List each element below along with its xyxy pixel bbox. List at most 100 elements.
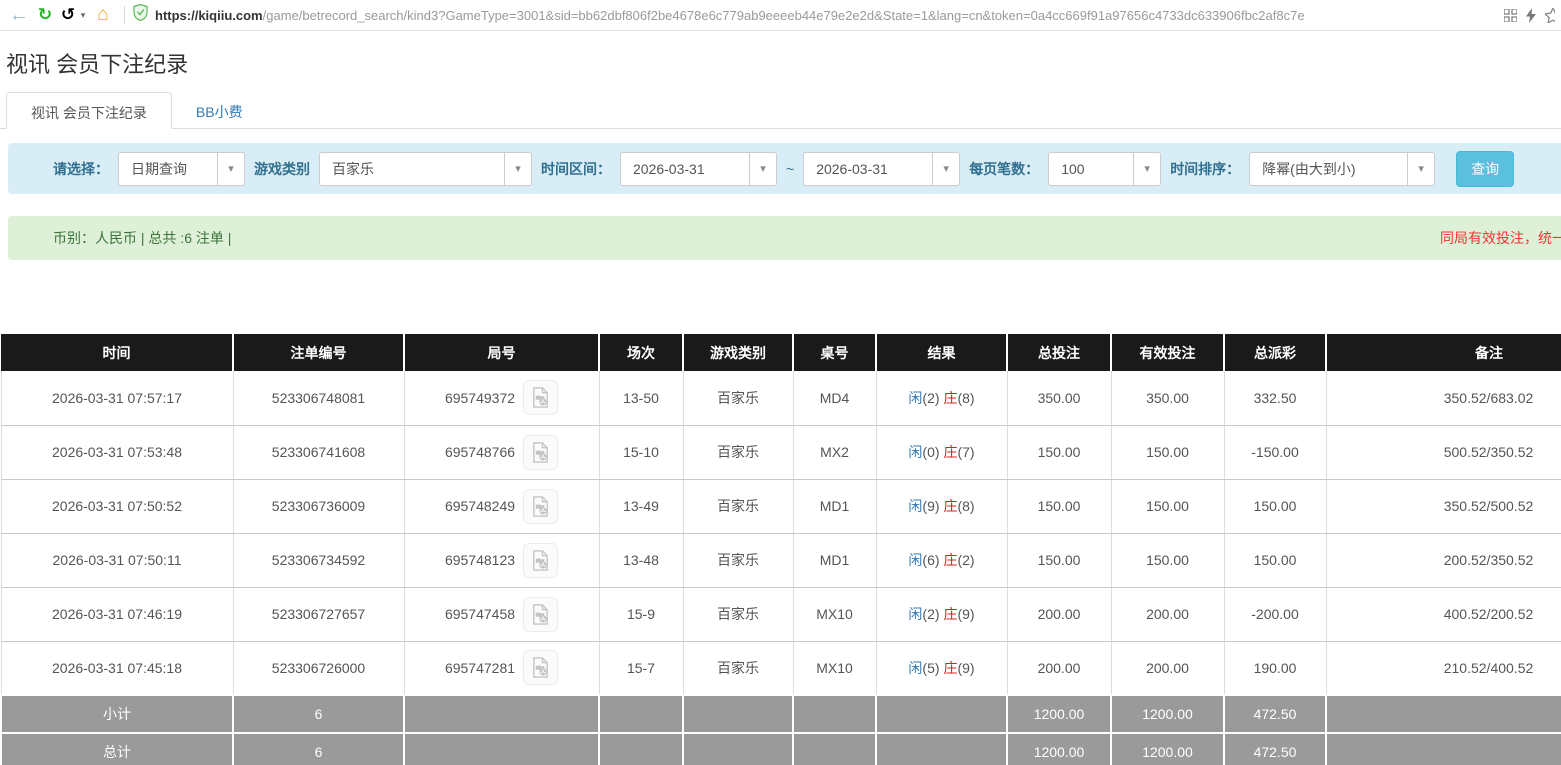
url-text: https://kiqiiu.com/game/betrecord_search… [155, 8, 1305, 23]
subtotal-total-bet: 1200.00 [1007, 695, 1111, 733]
video-replay-button[interactable] [523, 597, 558, 632]
table-row: 2026-03-31 07:57:17 523306748081 6957493… [1, 371, 1561, 425]
cell-total-bet[interactable]: 150.00 [1007, 533, 1111, 587]
date-to-select[interactable]: 2026-03-31 ▾ [803, 152, 960, 186]
cell-payout: 332.50 [1224, 371, 1326, 425]
video-replay-button[interactable] [523, 650, 558, 685]
cell-payout: 150.00 [1224, 533, 1326, 587]
video-replay-button[interactable] [523, 543, 558, 578]
chevron-down-icon[interactable]: ▾ [1133, 153, 1160, 185]
video-file-icon [530, 496, 551, 517]
video-file-icon [530, 657, 551, 678]
banker-score: (8) [957, 498, 974, 514]
player-score: (2) [922, 606, 939, 622]
security-shield-icon[interactable] [133, 4, 148, 26]
banker-result: 庄 [943, 552, 957, 568]
address-bar[interactable]: https://kiqiiu.com/game/betrecord_search… [133, 4, 1498, 26]
col-valid-bet: 有效投注 [1111, 334, 1224, 371]
page-title: 视讯 会员下注纪录 [0, 31, 1561, 91]
cell-session: 15-9 [599, 587, 683, 641]
video-replay-button[interactable] [523, 435, 558, 470]
video-file-icon [530, 387, 551, 408]
banker-result: 庄 [943, 444, 957, 460]
cell-round-id: 695748123 [404, 533, 599, 587]
subtotal-row: 小计 6 1200.00 1200.00 472.50 [1, 695, 1561, 733]
total-total-bet: 1200.00 [1007, 733, 1111, 765]
game-type-select[interactable]: 百家乐 ▾ [319, 152, 532, 186]
cell-time: 2026-03-31 07:57:17 [1, 371, 233, 425]
refresh-icon[interactable]: ↻ [32, 2, 58, 28]
cell-total-bet[interactable]: 200.00 [1007, 641, 1111, 695]
cell-table-no: MX10 [793, 587, 876, 641]
cell-valid-bet: 150.00 [1111, 533, 1224, 587]
player-result: 闲 [908, 552, 922, 568]
cell-table-no: MD1 [793, 479, 876, 533]
col-bet-id: 注单编号 [233, 334, 404, 371]
game-type-label: 游戏类别 [254, 159, 310, 179]
col-session: 场次 [599, 334, 683, 371]
date-from-select[interactable]: 2026-03-31 ▾ [620, 152, 777, 186]
lightning-icon[interactable] [1526, 8, 1536, 23]
cell-note: 400.52/200.52 [1326, 587, 1561, 641]
cell-bet-id: 523306736009 [233, 479, 404, 533]
round-id-text: 695749372 [445, 390, 515, 406]
cell-total-bet[interactable]: 150.00 [1007, 479, 1111, 533]
tab-bet-records[interactable]: 视讯 会员下注纪录 [6, 92, 172, 129]
cell-result: 闲(6) 庄(2) [876, 533, 1007, 587]
subtotal-label: 小计 [1, 695, 233, 733]
undo-caret-icon[interactable]: ▾ [78, 2, 88, 28]
cell-bet-id: 523306734592 [233, 533, 404, 587]
select-type-label: 请选择： [53, 159, 109, 179]
banker-result: 庄 [943, 660, 957, 676]
video-replay-button[interactable] [523, 380, 558, 415]
undo-icon[interactable]: ↺ [58, 2, 78, 28]
cell-game: 百家乐 [683, 479, 793, 533]
date-to-value: 2026-03-31 [804, 153, 932, 185]
cell-total-bet[interactable]: 150.00 [1007, 425, 1111, 479]
cell-result: 闲(9) 庄(8) [876, 479, 1007, 533]
cell-valid-bet: 350.00 [1111, 371, 1224, 425]
clipped-edge-icon[interactable] [1545, 8, 1555, 23]
cell-result: 闲(0) 庄(7) [876, 425, 1007, 479]
cell-table-no: MD4 [793, 371, 876, 425]
chevron-down-icon[interactable]: ▾ [217, 153, 244, 185]
sort-order-value: 降幂(由大到小) [1250, 153, 1407, 185]
tab-bb-tips[interactable]: BB小费 [172, 92, 267, 129]
cell-session: 15-7 [599, 641, 683, 695]
date-from-value: 2026-03-31 [621, 153, 749, 185]
cell-payout: -150.00 [1224, 425, 1326, 479]
time-range-label: 时间区间： [541, 159, 611, 179]
cell-session: 15-10 [599, 425, 683, 479]
cell-round-id: 695747458 [404, 587, 599, 641]
chevron-down-icon[interactable]: ▾ [932, 153, 959, 185]
chevron-down-icon[interactable]: ▾ [504, 153, 531, 185]
table-row: 2026-03-31 07:50:11 523306734592 6957481… [1, 533, 1561, 587]
page-size-select[interactable]: 100 ▾ [1048, 152, 1161, 186]
query-button[interactable]: 查询 [1456, 151, 1514, 187]
cell-round-id: 695748249 [404, 479, 599, 533]
back-icon[interactable]: ← [6, 2, 32, 28]
total-label: 总计 [1, 733, 233, 765]
qr-code-icon[interactable] [1504, 9, 1517, 22]
table-row: 2026-03-31 07:53:48 523306741608 6957487… [1, 425, 1561, 479]
player-score: (0) [922, 444, 939, 460]
chevron-down-icon[interactable]: ▾ [1407, 153, 1434, 185]
banker-score: (9) [957, 660, 974, 676]
table-row: 2026-03-31 07:45:18 523306726000 6957472… [1, 641, 1561, 695]
home-icon[interactable]: ⌂ [90, 2, 116, 28]
sort-order-select[interactable]: 降幂(由大到小) ▾ [1249, 152, 1435, 186]
sort-order-label: 时间排序： [1170, 159, 1240, 179]
player-score: (6) [922, 552, 939, 568]
cell-total-bet[interactable]: 350.00 [1007, 371, 1111, 425]
subtotal-valid-bet: 1200.00 [1111, 695, 1224, 733]
col-game: 游戏类别 [683, 334, 793, 371]
cell-valid-bet: 150.00 [1111, 425, 1224, 479]
cell-total-bet[interactable]: 200.00 [1007, 587, 1111, 641]
date-range-separator: ~ [786, 161, 794, 177]
video-replay-button[interactable] [523, 489, 558, 524]
col-time: 时间 [1, 334, 233, 371]
chevron-down-icon[interactable]: ▾ [749, 153, 776, 185]
cell-result: 闲(2) 庄(8) [876, 371, 1007, 425]
subtotal-count: 6 [233, 695, 404, 733]
query-type-select[interactable]: 日期查询 ▾ [118, 152, 245, 186]
